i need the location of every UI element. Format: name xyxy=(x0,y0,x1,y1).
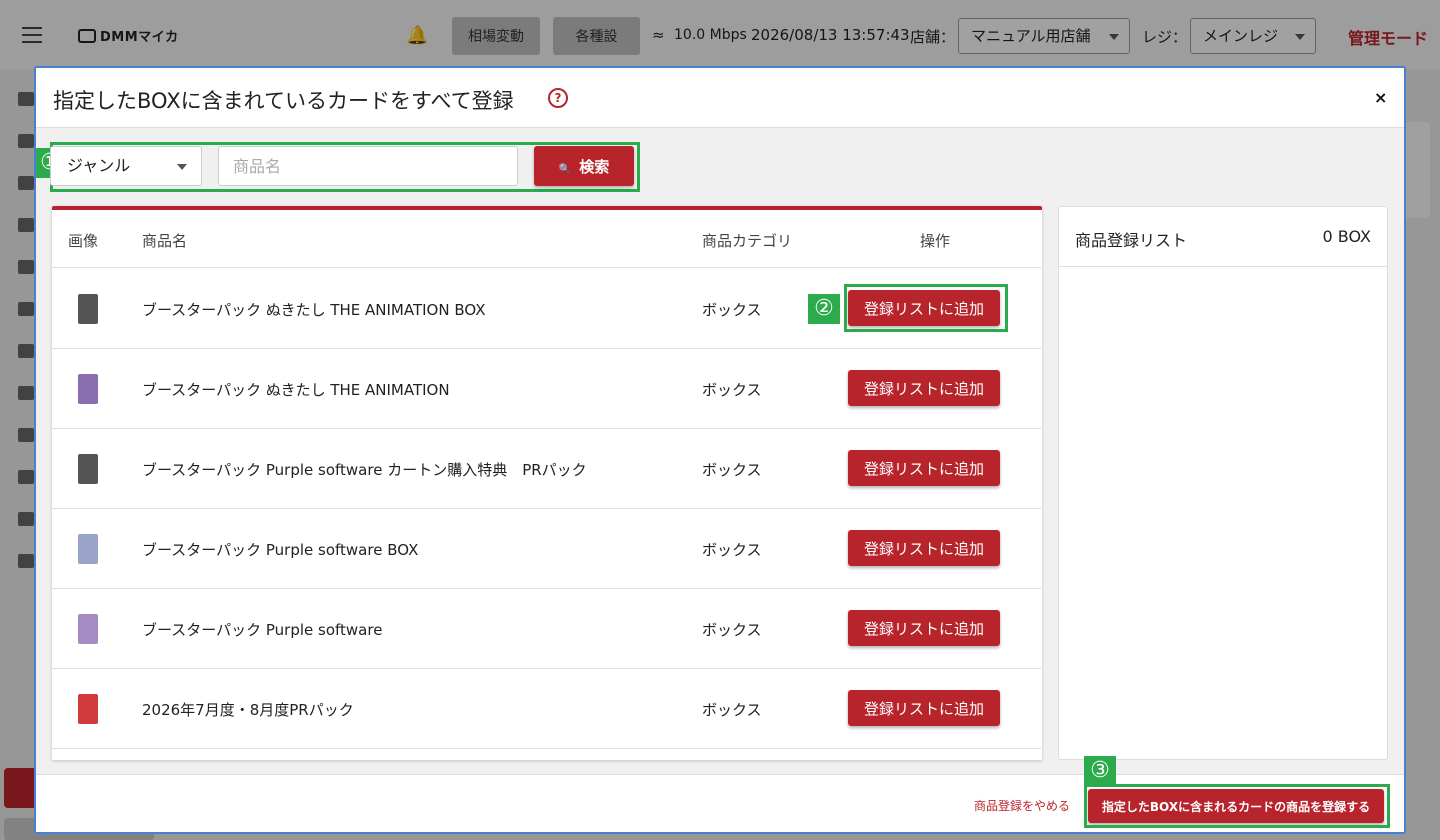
product-category: ボックス xyxy=(702,461,762,479)
close-icon[interactable]: × xyxy=(1374,88,1387,107)
add-to-list-button[interactable]: 登録リストに追加 xyxy=(848,450,1000,486)
cancel-registration-link[interactable]: 商品登録をやめる xyxy=(974,797,1070,814)
search-button[interactable]: 🔍 検索 xyxy=(534,146,634,186)
table-row: ブースターパック ぬきたし THE ANIMATION ボックス 登録リストに追加 xyxy=(52,349,1042,429)
product-category: ボックス xyxy=(702,621,762,639)
add-to-list-button[interactable]: 登録リストに追加 xyxy=(848,690,1000,726)
genre-select[interactable]: ジャンル xyxy=(50,146,202,186)
header-category: 商品カテゴリ xyxy=(702,232,793,250)
table-row: ブースターパック Purple software ボックス 登録リストに追加 xyxy=(52,589,1042,669)
product-name: ブースターパック ぬきたし THE ANIMATION BOX xyxy=(142,301,486,319)
product-thumbnail xyxy=(78,534,98,564)
product-category: ボックス xyxy=(702,701,762,719)
register-list-panel: 商品登録リスト 0 BOX xyxy=(1058,206,1388,760)
product-name: ブースターパック Purple software xyxy=(142,621,383,639)
add-to-list-button[interactable]: 登録リストに追加 xyxy=(848,530,1000,566)
chevron-down-icon xyxy=(177,164,187,170)
product-name: ブースターパック Purple software BOX xyxy=(142,541,419,559)
register-box-cards-modal: 指定したBOXに含まれているカードをすべて登録 ? × ① ジャンル 🔍検索 画… xyxy=(34,66,1406,834)
modal-title: 指定したBOXに含まれているカードをすべて登録 xyxy=(53,89,514,113)
product-thumbnail xyxy=(78,614,98,644)
product-thumbnail xyxy=(78,374,98,404)
product-name-input[interactable] xyxy=(218,146,518,186)
table-header: 画像 商品名 商品カテゴリ 操作 xyxy=(52,210,1042,268)
table-row: ブースターパック Purple software BOX ボックス 登録リストに追加 xyxy=(52,509,1042,589)
product-name: ブースターパック Purple software カートン購入特典 PRパック xyxy=(142,461,587,479)
table-row: ブースターパック Purple software カートン購入特典 PRパック ボ… xyxy=(52,429,1042,509)
modal-header: 指定したBOXに含まれているカードをすべて登録 ? × xyxy=(36,68,1404,128)
header-image: 画像 xyxy=(68,232,99,250)
product-category: ボックス xyxy=(702,381,762,399)
search-icon: 🔍 xyxy=(558,163,572,175)
product-name: 2026年7月度・8月度PRパック xyxy=(142,701,354,719)
header-name: 商品名 xyxy=(142,232,188,250)
product-category: ボックス xyxy=(702,541,762,559)
product-thumbnail xyxy=(78,694,98,724)
add-to-list-button[interactable]: 登録リストに追加 xyxy=(848,610,1000,646)
product-thumbnail xyxy=(78,294,98,324)
submit-button-highlight xyxy=(1084,784,1390,828)
register-list-title: 商品登録リスト xyxy=(1075,231,1188,250)
header-action: 操作 xyxy=(920,232,951,250)
step-badge-2: ② xyxy=(808,294,840,324)
step-badge-3: ③ xyxy=(1084,756,1116,786)
register-list-count: 0 BOX xyxy=(1322,227,1372,246)
add-to-list-button[interactable]: 登録リストに追加 xyxy=(848,370,1000,406)
add-button-highlight xyxy=(844,284,1008,332)
product-category: ボックス xyxy=(702,301,762,319)
register-list-header: 商品登録リスト 0 BOX xyxy=(1059,207,1387,267)
table-row: 2026年7月度・8月度PRパック ボックス 登録リストに追加 xyxy=(52,669,1042,749)
product-name: ブースターパック ぬきたし THE ANIMATION xyxy=(142,381,450,399)
product-thumbnail xyxy=(78,454,98,484)
help-icon[interactable]: ? xyxy=(548,88,568,108)
